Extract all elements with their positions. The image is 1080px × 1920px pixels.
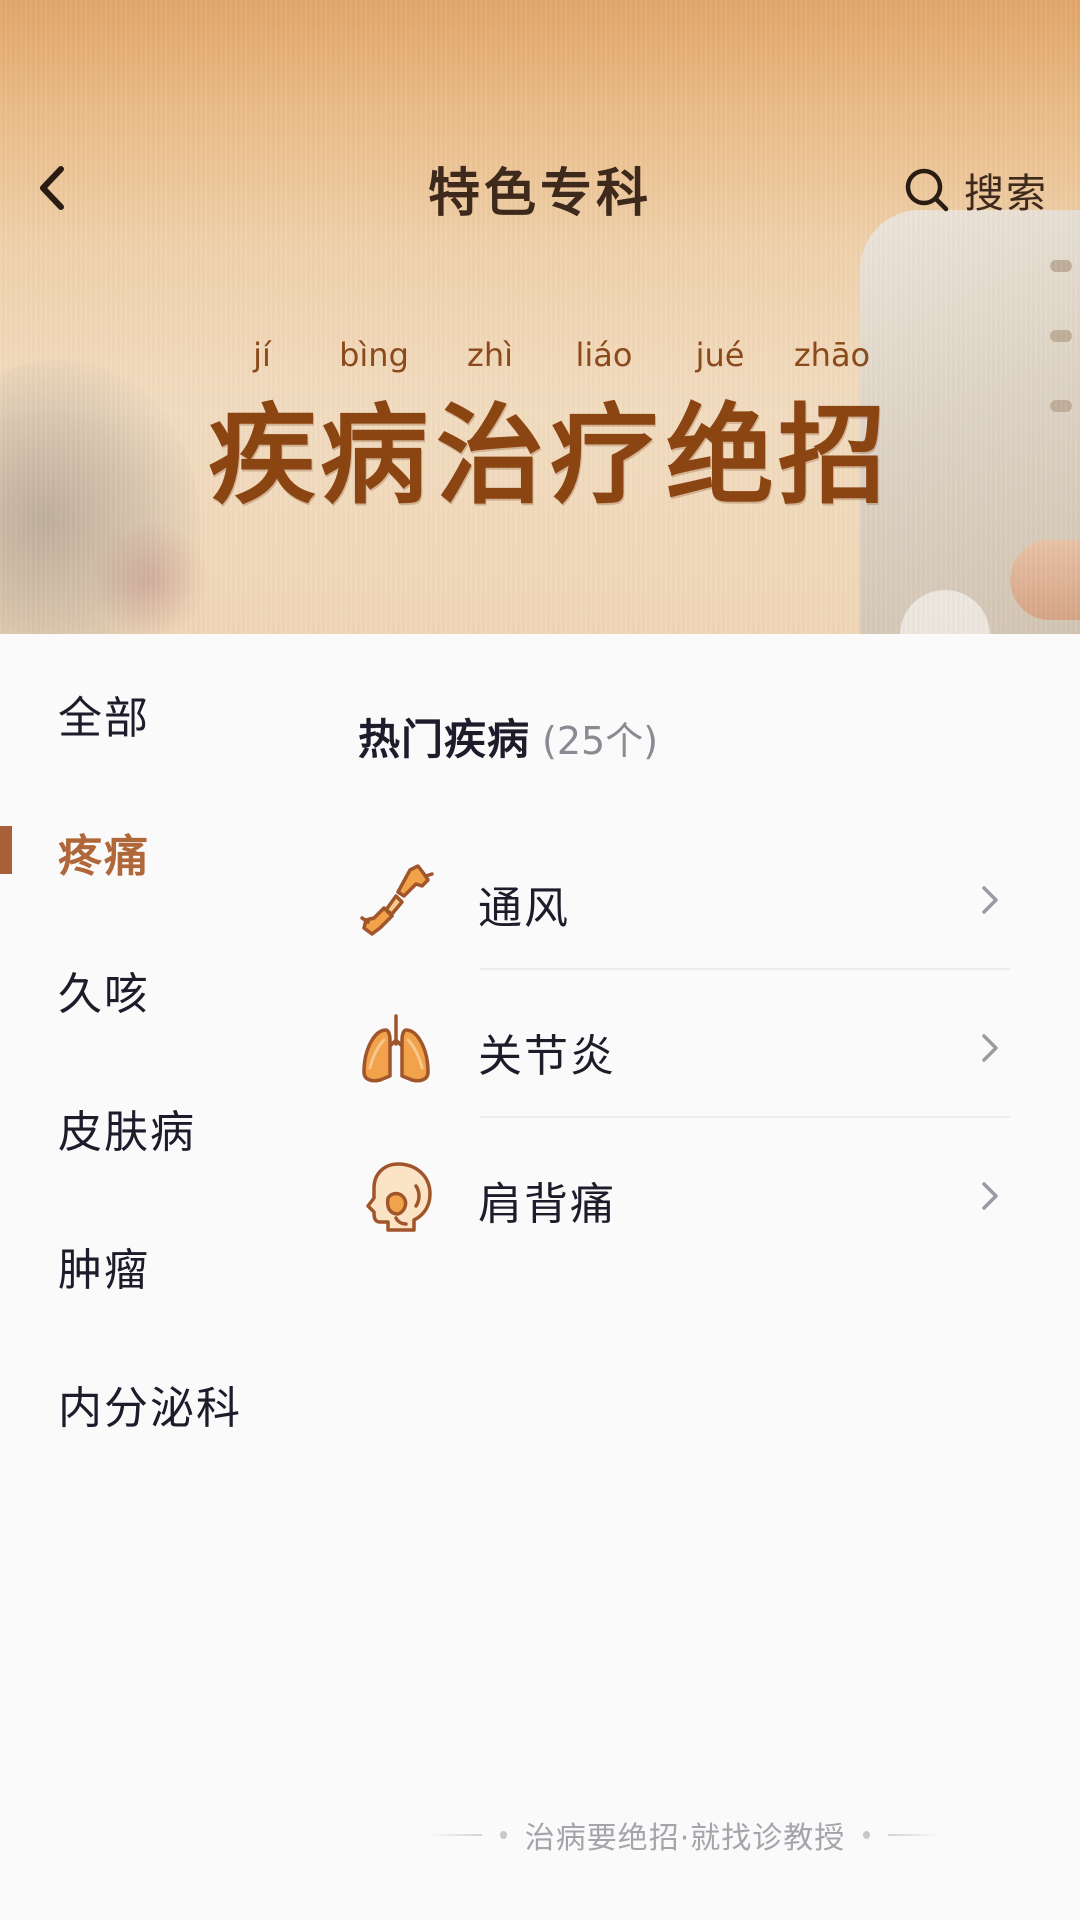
pinyin-row: jí bìng zhì liáo jué zhāo xyxy=(200,336,890,386)
joint-bone-icon xyxy=(360,864,434,936)
disease-name: 关节炎 xyxy=(478,1031,616,1082)
sidebar-item-label: 久咳 xyxy=(58,969,150,1020)
pinyin-text: zhāo xyxy=(793,336,871,374)
disease-name: 通风 xyxy=(478,883,570,934)
sidebar-item-cough[interactable]: 久咳 xyxy=(0,946,320,1026)
pinyin-text: jí xyxy=(253,336,271,374)
banner-headline: 疾 病 治 疗 绝 招 xyxy=(196,396,896,516)
section-header: 热门疾病 (25个) xyxy=(358,706,658,766)
header-banner: 特色专科 搜索 jí bìng zhì liáo jué zhāo 疾 病 治 … xyxy=(0,0,1080,634)
headline-char: 疗 xyxy=(549,393,658,519)
disease-row-shoulder-back-pain[interactable]: 肩背痛 xyxy=(358,1118,1010,1266)
sidebar-item-tumor[interactable]: 肿瘤 xyxy=(0,1222,320,1302)
sidebar-item-all[interactable]: 全部 xyxy=(0,670,320,750)
sidebar-item-label: 肿瘤 xyxy=(58,1245,150,1296)
pinyin-text: bìng xyxy=(339,336,409,374)
chevron-right-icon xyxy=(982,886,998,914)
page: 特色专科 搜索 jí bìng zhì liáo jué zhāo 疾 病 治 … xyxy=(0,0,1080,1920)
search-icon xyxy=(905,168,949,212)
pinyin-text: zhì xyxy=(467,336,513,374)
sidebar-item-label: 皮肤病 xyxy=(58,1107,196,1158)
footer-dot-right xyxy=(863,1831,871,1839)
sidebar-item-label: 全部 xyxy=(58,693,150,744)
active-indicator xyxy=(0,826,12,874)
footer-slogan: 治病要绝招·就找诊教授 xyxy=(524,1821,846,1856)
head-profile-icon xyxy=(366,1162,432,1232)
footer-slogan-bar: 治病要绝招·就找诊教授 xyxy=(430,1810,940,1860)
chevron-right-icon xyxy=(982,1182,998,1210)
paper-texture xyxy=(0,0,1080,634)
disease-row-arthritis[interactable]: 关节炎 xyxy=(358,970,1010,1118)
footer-divider-right xyxy=(888,1834,940,1836)
chevron-right-icon xyxy=(982,1034,998,1062)
sidebar-item-pain[interactable]: 疼痛 xyxy=(0,808,320,888)
sidebar-item-endocrine[interactable]: 内分泌科 xyxy=(0,1360,320,1440)
section-count: (25个) xyxy=(542,719,659,763)
search-label: 搜索 xyxy=(964,171,1048,217)
section-title: 热门疾病 xyxy=(358,715,531,764)
lungs-icon xyxy=(362,1014,430,1083)
footer-divider-left xyxy=(430,1834,482,1836)
search-button[interactable]: 搜索 xyxy=(904,160,1048,220)
pinyin-text: liáo xyxy=(575,336,633,374)
footer-dot-left xyxy=(499,1831,507,1839)
sidebar-item-label: 内分泌科 xyxy=(58,1383,242,1434)
headline-char: 病 xyxy=(319,393,428,519)
sidebar-item-skin[interactable]: 皮肤病 xyxy=(0,1084,320,1164)
disease-name: 肩背痛 xyxy=(478,1179,616,1230)
sidebar-item-label: 疼痛 xyxy=(58,831,150,882)
disease-row-gout[interactable]: 通风 xyxy=(358,822,1010,970)
headline-char: 招 xyxy=(777,393,886,519)
headline-char: 治 xyxy=(435,393,544,519)
headline-char: 绝 xyxy=(665,393,774,519)
pinyin-text: jué xyxy=(695,336,745,374)
headline-char: 疾 xyxy=(207,393,316,519)
